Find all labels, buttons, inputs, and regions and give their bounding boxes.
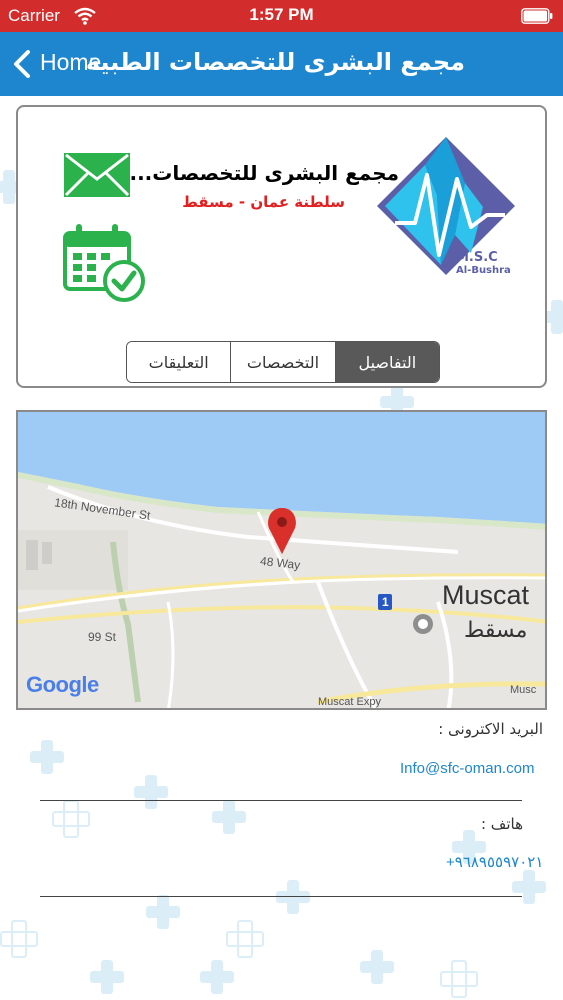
map-street-label: 99 St <box>88 630 117 644</box>
clinic-name: مجمع البشرى للتخصصات... <box>129 161 399 185</box>
calendar-icon[interactable] <box>62 223 146 303</box>
segmented-tabs: التعليقات التخصصات التفاصيل <box>126 341 440 383</box>
background-cross <box>30 740 64 774</box>
map-city-label-arabic: مسقط <box>464 618 528 643</box>
tab-details[interactable]: التفاصيل <box>335 342 439 382</box>
tab-comments[interactable]: التعليقات <box>127 342 232 382</box>
background-cross <box>360 950 394 984</box>
background-cross <box>90 960 124 994</box>
background-cross <box>212 800 246 834</box>
status-time: 1:57 PM <box>249 5 314 24</box>
background-cross <box>226 920 264 958</box>
back-chevron-icon[interactable] <box>12 49 32 79</box>
map-pin-icon[interactable] <box>266 506 298 556</box>
clinic-header-card: M.S.C Al-Bushra مجمع البشرى للتخصصات... … <box>16 105 547 388</box>
battery-icon <box>521 8 553 24</box>
background-cross <box>200 960 234 994</box>
map-road-label: Musc <box>510 684 537 696</box>
background-cross <box>512 870 546 904</box>
map-road-marker: 1 <box>382 595 389 609</box>
map-city-label: Muscat <box>442 580 530 610</box>
background-cross <box>52 800 90 838</box>
page-title: مجمع البشرى للتخصصات الطبية <box>85 48 465 76</box>
email-label: البريد الاكترونى : <box>438 720 543 738</box>
divider <box>40 800 522 801</box>
google-logo: Google <box>26 672 99 697</box>
navigation-bar: Home مجمع البشرى للتخصصات الطبية <box>0 32 563 96</box>
status-bar: Carrier 1:57 PM <box>0 0 563 32</box>
background-cross <box>276 880 310 914</box>
logo-subtext: Al-Bushra <box>456 265 511 276</box>
mail-icon[interactable] <box>64 153 130 197</box>
location-map[interactable]: 18th November St 48 Way 99 St 1 Muscat م… <box>16 410 547 710</box>
divider <box>40 896 522 897</box>
phone-label: هاتف : <box>480 815 523 833</box>
logo-text: M.S.C <box>456 250 498 265</box>
background-cross <box>440 960 478 998</box>
tab-specialties[interactable]: التخصصات <box>231 342 336 382</box>
background-cross <box>146 895 180 929</box>
background-cross <box>134 775 168 809</box>
email-link[interactable]: Info@sfc-oman.com <box>400 760 534 777</box>
map-road-label: Muscat Expy <box>318 696 381 708</box>
phone-link[interactable]: +٩٦٨٩٥٥٩٧٠٢١ <box>446 853 543 871</box>
background-cross <box>0 920 38 958</box>
clinic-location: سلطنة عمان - مسقط <box>182 193 345 211</box>
